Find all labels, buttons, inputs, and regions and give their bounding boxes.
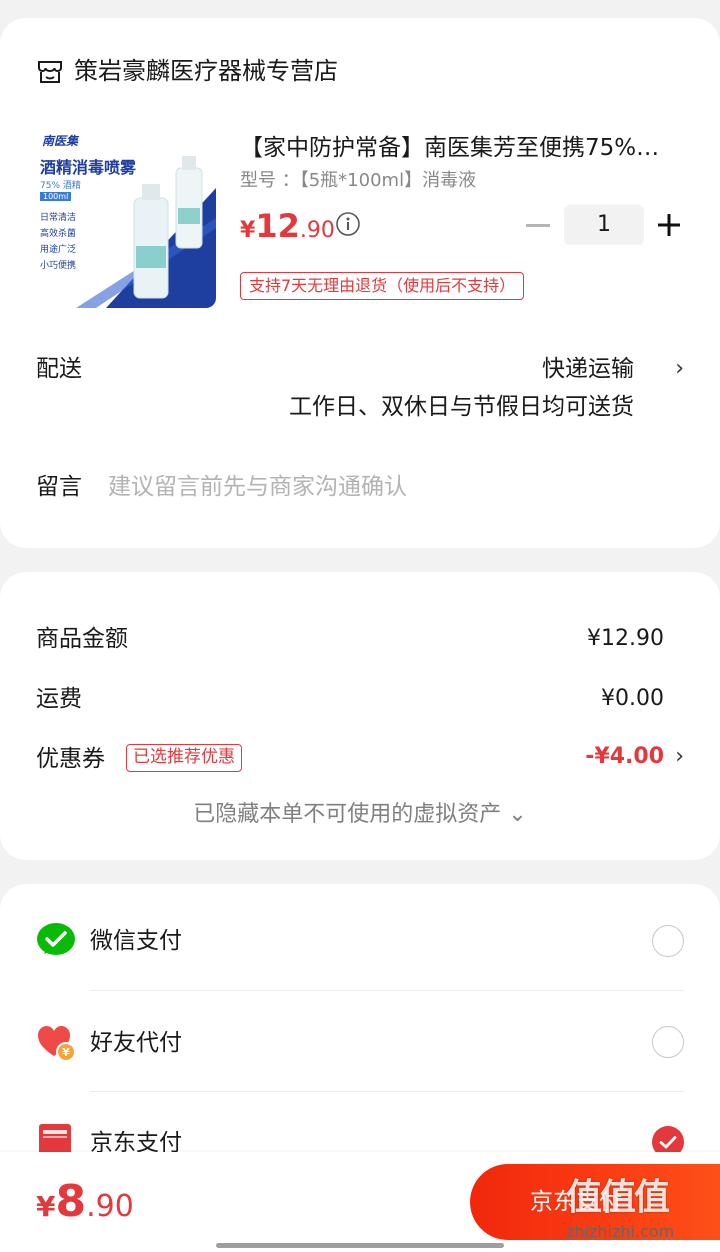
delivery-label: 配送	[36, 356, 82, 382]
image-feature: 用途广泛	[40, 245, 77, 255]
message-label: 留言	[36, 474, 82, 500]
wechat-pay-icon	[37, 923, 75, 955]
total-integer: 8	[55, 1176, 87, 1227]
product-spec[interactable]: 型号 ：【5瓶*100ml】消毒液	[240, 168, 476, 194]
image-feature: 日常清洁	[40, 213, 77, 223]
image-percent: 75% 酒精	[40, 181, 81, 191]
image-volume: 100ml	[40, 192, 72, 201]
price-integer: 12	[255, 207, 300, 245]
product-card: 策岩豪麟医疗器械专营店 南医集 酒精消毒喷雾 75% 酒精 100ml 日常清洁…	[0, 18, 720, 548]
hidden-assets-toggle[interactable]: 已隐藏本单不可使用的虚拟资产 ⌄	[0, 798, 720, 832]
watermark-logo: 值值值	[566, 1177, 670, 1218]
quantity-decrease-button[interactable]	[526, 224, 550, 227]
friend-pay-icon: ¥	[38, 1026, 76, 1062]
chevron-right-icon[interactable]: ›	[675, 740, 684, 774]
coupon-value[interactable]: -¥4.00	[585, 740, 664, 774]
delivery-note: 工作日、双休日与节假日均可送货	[289, 394, 634, 420]
coupon-badge: 已选推荐优惠	[126, 744, 242, 772]
product-price: ¥12.90	[240, 206, 335, 252]
payment-radio-friend[interactable]	[652, 1026, 684, 1058]
store-name[interactable]: 策岩豪麟医疗器械专营店	[74, 54, 338, 88]
home-indicator[interactable]	[216, 1243, 504, 1248]
total-decimal: .90	[86, 1189, 134, 1224]
shipping-fee-value: ¥0.00	[601, 686, 664, 711]
payment-option-label[interactable]: 微信支付	[90, 924, 182, 958]
chevron-right-icon[interactable]: ›	[675, 352, 684, 386]
quantity-increase-button[interactable]	[656, 212, 682, 238]
product-title[interactable]: 【家中防护常备】南医集芳至便携75%酒精消毒喷雾	[240, 130, 680, 166]
image-feature: 高效杀菌	[40, 229, 77, 239]
image-name: 酒精消毒喷雾	[40, 158, 137, 177]
divider	[90, 1091, 684, 1092]
goods-amount-label: 商品金额	[36, 626, 128, 652]
store-icon	[38, 61, 62, 83]
product-image[interactable]: 南医集 酒精消毒喷雾 75% 酒精 100ml 日常清洁 高效杀菌 用途广泛 小…	[36, 128, 216, 308]
payment-option-label[interactable]: 好友代付	[90, 1026, 182, 1060]
goods-amount-value: ¥12.90	[587, 626, 664, 651]
return-policy-badge: 支持7天无理由退货（使用后不支持）	[240, 272, 525, 300]
total-price: ¥8.90	[36, 1176, 134, 1237]
image-feature: 小巧便携	[40, 261, 77, 271]
shipping-fee-label: 运费	[36, 686, 82, 712]
order-summary-card: 商品金额 ¥12.90 运费 ¥0.00 优惠券 已选推荐优惠 -¥4.00 ›…	[0, 572, 720, 860]
info-icon[interactable]	[335, 211, 361, 237]
price-symbol: ¥	[240, 218, 256, 243]
payment-radio-wechat[interactable]	[652, 925, 684, 957]
quantity-value[interactable]: 1	[564, 205, 644, 245]
watermark-url: zhizhizhi.com	[566, 1222, 675, 1241]
price-decimal: .90	[299, 218, 335, 243]
delivery-method[interactable]: 快递运输	[542, 352, 634, 386]
divider	[90, 990, 684, 991]
total-symbol: ¥	[36, 1190, 56, 1223]
message-input[interactable]	[108, 468, 668, 506]
coupon-label: 优惠券	[36, 746, 105, 772]
image-brand: 南医集	[42, 134, 79, 148]
svg-text:¥: ¥	[62, 1046, 70, 1059]
